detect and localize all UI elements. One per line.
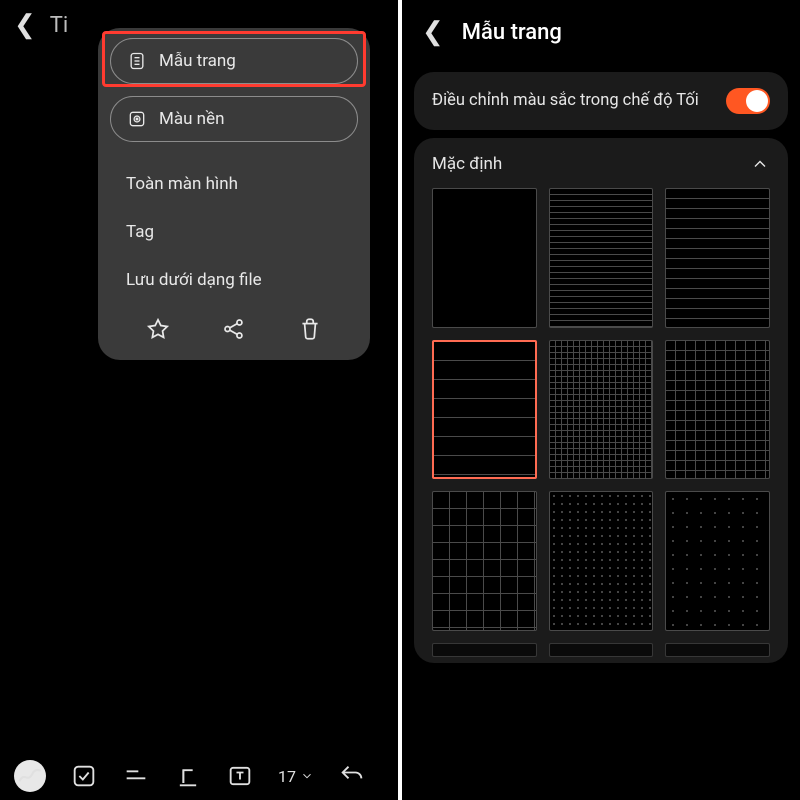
- page-title: Mẫu trang: [462, 20, 562, 45]
- menu-item-save-as-file[interactable]: Lưu dưới dạng file: [122, 256, 352, 304]
- template-hlines-tight[interactable]: [549, 188, 654, 328]
- font-size-dropdown[interactable]: 17: [278, 767, 314, 786]
- favorite-icon[interactable]: [145, 316, 171, 342]
- background-color-icon: [127, 109, 147, 129]
- popup-action-row: [110, 312, 358, 342]
- background-color-button[interactable]: Màu nền: [110, 96, 358, 142]
- template-dots-tight[interactable]: [549, 491, 654, 631]
- menu-item-tag[interactable]: Tag: [122, 208, 352, 256]
- template-dots-med[interactable]: [665, 491, 770, 631]
- popup-menu-list: Toàn màn hình Tag Lưu dưới dạng file: [110, 154, 358, 304]
- back-icon[interactable]: ❮: [422, 17, 444, 47]
- template-grid-tight[interactable]: [549, 340, 654, 480]
- dark-adjust-row[interactable]: Điều chỉnh màu sắc trong chế độ Tối: [432, 88, 770, 114]
- trash-icon[interactable]: [297, 316, 323, 342]
- template-peek: [549, 643, 654, 657]
- template-grid: [432, 188, 770, 657]
- note-options-popup: Mẫu trang Màu nền Toàn màn hình Tag Lưu …: [98, 28, 370, 360]
- menu-item-fullscreen[interactable]: Toàn màn hình: [122, 160, 352, 208]
- text-box-button[interactable]: [226, 762, 254, 790]
- text-style-button[interactable]: [174, 762, 202, 790]
- template-grid-wide[interactable]: [432, 491, 537, 631]
- page-template-icon: [127, 51, 147, 71]
- chevron-down-icon: [300, 769, 314, 783]
- page-title-truncated: Ti: [50, 13, 68, 38]
- group-default-header[interactable]: Mặc định: [432, 154, 770, 174]
- font-size-value: 17: [278, 767, 296, 786]
- chevron-up-icon: [750, 154, 770, 174]
- template-grid-med[interactable]: [665, 340, 770, 480]
- share-icon[interactable]: [221, 316, 247, 342]
- left-pane: ❮ Ti Mẫu trang Màu nền Toàn màn hình Tag…: [0, 0, 398, 800]
- template-blank[interactable]: [432, 188, 537, 328]
- undo-button[interactable]: [338, 762, 366, 790]
- page-template-button[interactable]: Mẫu trang: [110, 38, 358, 84]
- pen-tool-button[interactable]: [14, 760, 46, 792]
- group-default-label: Mặc định: [432, 154, 502, 174]
- dark-mode-section: Điều chỉnh màu sắc trong chế độ Tối: [414, 72, 788, 130]
- editor-toolbar: 17: [0, 752, 398, 800]
- template-hlines-med[interactable]: [665, 188, 770, 328]
- template-hlines-wide[interactable]: [432, 340, 537, 480]
- template-peek: [665, 643, 770, 657]
- todo-tool-button[interactable]: [70, 762, 98, 790]
- template-peek: [432, 643, 537, 657]
- page-template-label: Mẫu trang: [159, 51, 236, 71]
- back-icon[interactable]: ❮: [14, 10, 36, 40]
- background-color-label: Màu nền: [159, 109, 224, 129]
- text-size-button[interactable]: [122, 762, 150, 790]
- right-pane: ❮ Mẫu trang Điều chỉnh màu sắc trong chế…: [402, 0, 800, 800]
- dark-adjust-label: Điều chỉnh màu sắc trong chế độ Tối: [432, 90, 714, 112]
- templates-section: Mặc định: [414, 138, 788, 663]
- right-header: ❮ Mẫu trang: [402, 0, 800, 64]
- dark-adjust-toggle[interactable]: [726, 88, 770, 114]
